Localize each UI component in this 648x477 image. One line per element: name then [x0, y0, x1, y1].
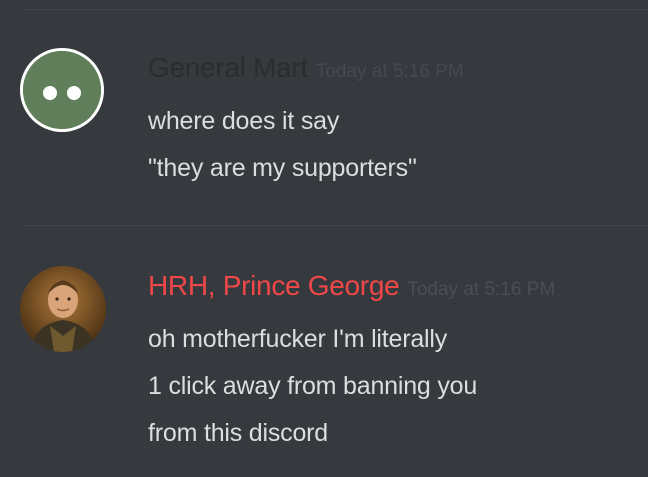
author-name[interactable]: General Mart	[148, 52, 308, 83]
author-name[interactable]: HRH, Prince George	[148, 270, 400, 301]
chat-log: General Mart Today at 5:16 PM where does …	[0, 0, 648, 477]
user-avatar-icon[interactable]	[20, 48, 104, 132]
message-line: 1 click away from banning you	[148, 372, 478, 400]
message-header: General Mart Today at 5:16 PM	[148, 52, 464, 84]
message-divider	[20, 9, 648, 10]
message-body: oh motherfucker I'm literally 1 click aw…	[148, 316, 477, 457]
message-line: oh motherfucker I'm literally	[148, 325, 448, 353]
message-line: "they are my supporters"	[148, 154, 417, 182]
message-divider	[20, 225, 648, 226]
message-timestamp: Today at 5:16 PM	[407, 279, 556, 300]
message-timestamp: Today at 5:16 PM	[315, 61, 464, 82]
message-line: from this discord	[148, 419, 328, 447]
message-header: HRH, Prince George Today at 5:16 PM	[148, 270, 555, 302]
green-circle-eyes-icon	[23, 51, 101, 129]
message-line: where does it say	[148, 107, 340, 135]
user-avatar-icon[interactable]	[20, 266, 106, 352]
portrait-photo-icon	[20, 266, 106, 352]
message-body: where does it say "they are my supporter…	[148, 98, 417, 192]
